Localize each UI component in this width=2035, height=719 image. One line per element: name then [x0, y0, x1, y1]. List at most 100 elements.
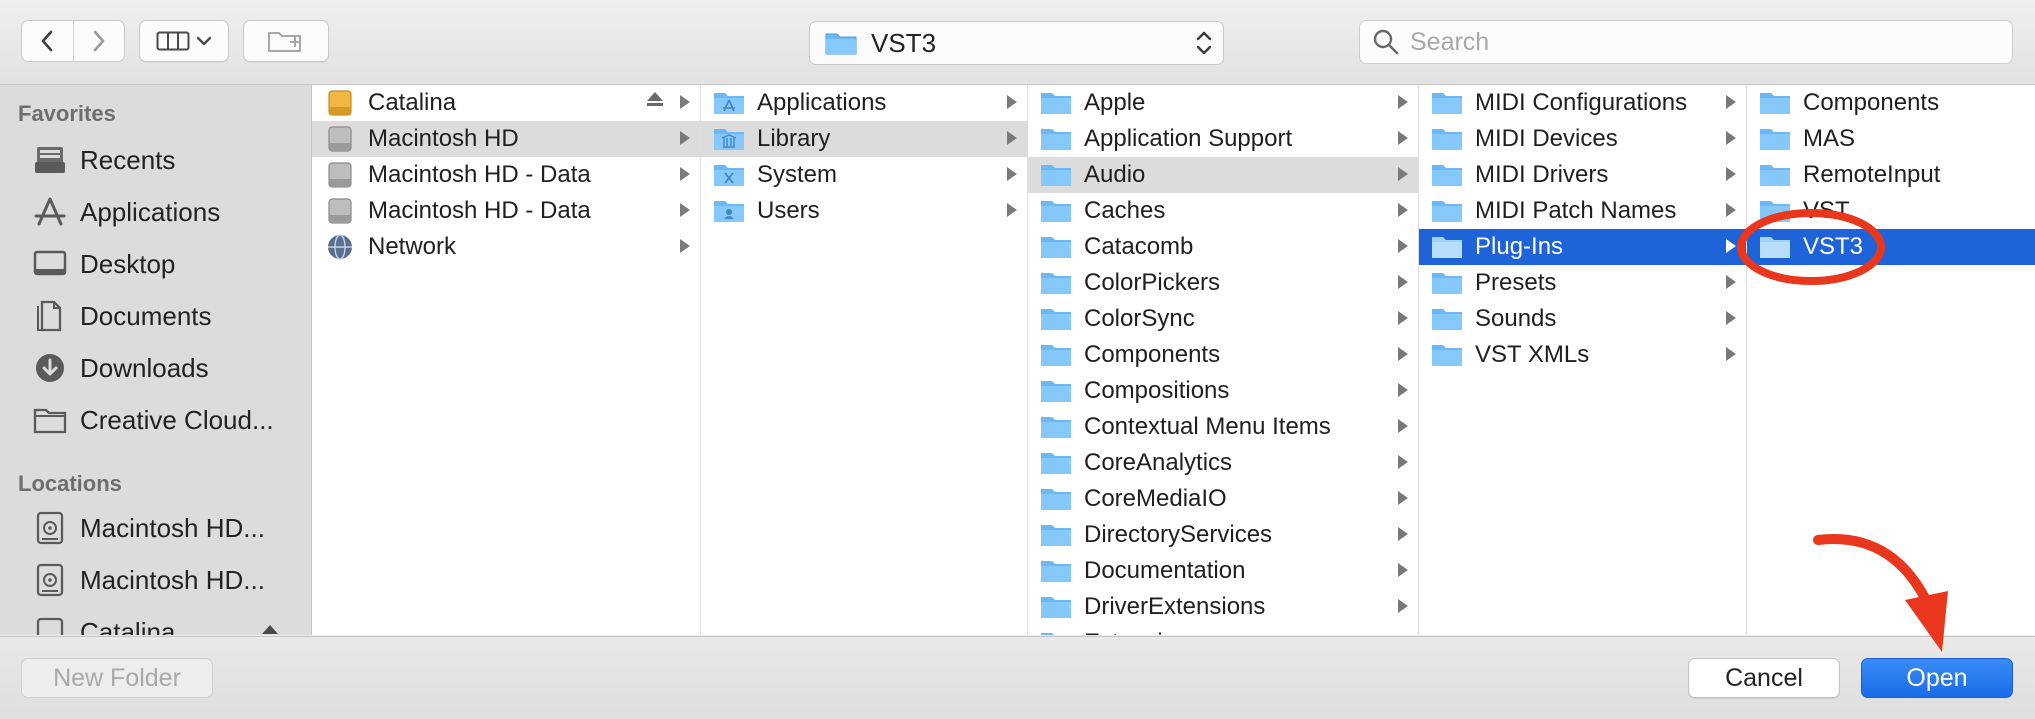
documents-icon [32, 298, 68, 334]
sidebar-section-locations: Locations [18, 471, 122, 496]
list-item[interactable]: MIDI Configurations [1419, 85, 1746, 121]
folder-icon [1040, 521, 1072, 549]
nav-buttons [21, 20, 125, 62]
library-folder-icon [713, 125, 745, 153]
list-item[interactable]: MIDI Devices [1419, 121, 1746, 157]
list-item[interactable]: MIDI Patch Names [1419, 193, 1746, 229]
list-item[interactable]: Sounds [1419, 301, 1746, 337]
list-item[interactable]: Macintosh HD - Data [312, 157, 700, 193]
list-item[interactable]: Network [312, 229, 700, 265]
list-item[interactable]: ColorSync [1028, 301, 1418, 337]
sidebar-item-macintosh-hd[interactable]: Macintosh HD... [32, 505, 302, 551]
downloads-icon [32, 350, 68, 386]
back-button[interactable] [22, 21, 74, 61]
sidebar-item-downloads[interactable]: Downloads [32, 345, 302, 391]
item-label: Catalina [368, 89, 457, 116]
list-item[interactable]: ColorPickers [1028, 265, 1418, 301]
list-item[interactable]: Macintosh HD - Data [312, 193, 700, 229]
search-input[interactable] [1408, 26, 1972, 58]
list-item[interactable]: Extensions [1028, 625, 1418, 635]
list-item[interactable]: Components [1747, 85, 2035, 121]
list-item[interactable]: Components [1028, 337, 1418, 373]
chevron-right-icon [1398, 203, 1408, 217]
open-button[interactable]: Open [1861, 658, 2013, 698]
list-item[interactable]: Library [701, 121, 1027, 157]
chevron-right-icon [1398, 275, 1408, 289]
list-item[interactable]: Documentation [1028, 553, 1418, 589]
network-globe-icon [324, 233, 356, 261]
new-folder-toolbar-button[interactable] [243, 20, 329, 62]
chevron-right-icon [1398, 347, 1408, 361]
list-item[interactable]: MAS [1747, 121, 2035, 157]
list-item[interactable]: Macintosh HD [312, 121, 700, 157]
item-label: DriverExtensions [1084, 593, 1266, 620]
list-item[interactable]: VST3 [1747, 229, 2035, 265]
list-item[interactable]: Presets [1419, 265, 1746, 301]
external-drive-icon [324, 89, 356, 117]
list-item[interactable]: Caches [1028, 193, 1418, 229]
list-item[interactable]: VST XMLs [1419, 337, 1746, 373]
folder-icon [1431, 125, 1463, 153]
list-item[interactable]: VST [1747, 193, 2035, 229]
hard-drive-icon [32, 510, 68, 546]
sidebar-item-label: Desktop [80, 248, 176, 279]
sidebar-item-macintosh-hd-data[interactable]: Macintosh HD... [32, 557, 302, 603]
desktop-icon [32, 246, 68, 282]
list-item[interactable]: Apple [1028, 85, 1418, 121]
list-item[interactable]: MIDI Drivers [1419, 157, 1746, 193]
sidebar-item-desktop[interactable]: Desktop [32, 241, 302, 287]
list-item[interactable]: CoreAnalytics [1028, 445, 1418, 481]
view-mode-button[interactable] [139, 20, 229, 62]
chevron-right-icon [680, 95, 690, 109]
sidebar-item-applications[interactable]: Applications [32, 189, 302, 235]
list-item[interactable]: Contextual Menu Items [1028, 409, 1418, 445]
list-item[interactable]: Catalina [312, 85, 700, 121]
item-label: Library [757, 125, 831, 152]
item-label: MIDI Drivers [1475, 161, 1609, 188]
item-label: Components [1803, 89, 1940, 116]
sidebar-item-recents[interactable]: Recents [32, 137, 302, 183]
item-label: Documentation [1084, 557, 1246, 584]
list-item[interactable]: RemoteInput [1747, 157, 2035, 193]
sidebar-item-documents[interactable]: Documents [32, 293, 302, 339]
list-item[interactable]: Compositions [1028, 373, 1418, 409]
item-label: ColorPickers [1084, 269, 1221, 296]
column-library: Apple Application Support Audio Caches Catac… [1028, 85, 1419, 635]
item-label: Presets [1475, 269, 1557, 296]
hard-drive-icon [32, 562, 68, 598]
folder-icon [1431, 233, 1463, 261]
applications-icon [32, 194, 68, 230]
list-item[interactable]: Audio [1028, 157, 1418, 193]
list-item[interactable]: Users [701, 193, 1027, 229]
chevron-right-icon [93, 30, 105, 52]
chevron-right-icon [1726, 275, 1736, 289]
list-item[interactable]: DriverExtensions [1028, 589, 1418, 625]
cancel-button[interactable]: Cancel [1688, 658, 1840, 698]
applications-folder-icon [713, 89, 745, 117]
sidebar-item-catalina[interactable]: Catalina [32, 609, 302, 635]
list-item[interactable]: Applications [701, 85, 1027, 121]
list-item[interactable]: Catacomb [1028, 229, 1418, 265]
chevron-right-icon [1398, 563, 1408, 577]
search-field[interactable] [1359, 20, 2013, 64]
eject-icon[interactable] [261, 624, 279, 635]
list-item[interactable]: Application Support [1028, 121, 1418, 157]
chevron-right-icon [1726, 167, 1736, 181]
list-item[interactable]: Plug-Ins [1419, 229, 1746, 265]
column-audio: MIDI Configurations MIDI Devices MIDI Driv… [1419, 85, 1747, 635]
new-folder-button[interactable]: New Folder [21, 658, 213, 698]
item-label: ColorSync [1084, 305, 1195, 332]
sidebar-item-creative-cloud[interactable]: Creative Cloud... [32, 397, 302, 443]
hard-drive-icon [324, 161, 356, 189]
folder-icon [1040, 269, 1072, 297]
path-popup-button[interactable]: VST3 [809, 21, 1224, 65]
folder-icon [1759, 197, 1791, 225]
item-label: DirectoryServices [1084, 521, 1273, 548]
list-item[interactable]: DirectoryServices [1028, 517, 1418, 553]
list-item[interactable]: CoreMediaIO [1028, 481, 1418, 517]
eject-icon[interactable] [646, 91, 664, 107]
new-folder-icon [268, 32, 301, 52]
forward-button[interactable] [74, 21, 125, 61]
list-item[interactable]: System [701, 157, 1027, 193]
sidebar-item-label: Downloads [80, 352, 209, 383]
